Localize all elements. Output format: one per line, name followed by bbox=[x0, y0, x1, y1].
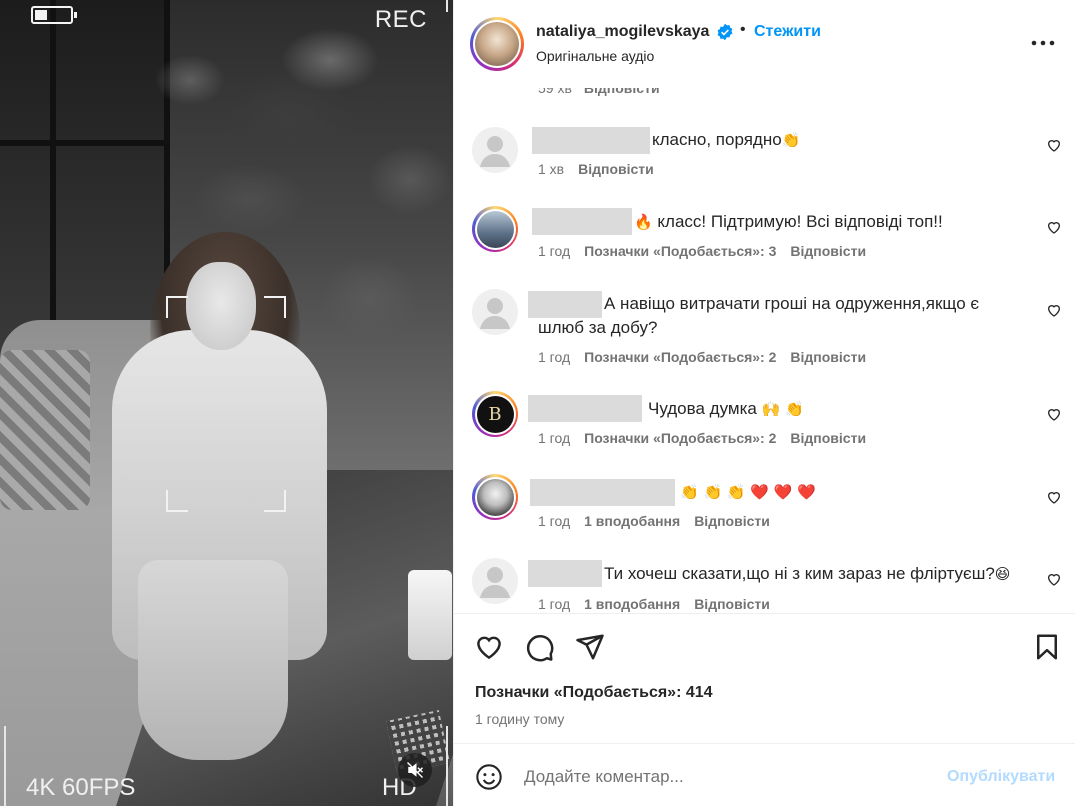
redacted-username bbox=[528, 291, 602, 318]
heart-icon[interactable] bbox=[1046, 219, 1062, 235]
comment-meta-clipped: 59 хв Відповісти bbox=[538, 88, 660, 96]
comment-time: 1 год bbox=[538, 596, 571, 612]
person-face bbox=[186, 262, 256, 350]
reply-button[interactable]: Відповісти bbox=[790, 430, 866, 446]
commenter-avatar[interactable] bbox=[472, 127, 518, 173]
comment-likes[interactable]: Позначки «Подобається»: 2 bbox=[584, 430, 776, 446]
video-player[interactable]: REC 4K 60FPS HD bbox=[0, 0, 453, 806]
add-comment-bar: Опублікувати bbox=[454, 743, 1075, 806]
comment-input[interactable] bbox=[524, 762, 924, 792]
comment-time: 1 хв bbox=[538, 161, 565, 177]
emoji-icon[interactable] bbox=[475, 763, 503, 791]
comment-time: 1 год bbox=[538, 430, 571, 446]
heart-icon[interactable] bbox=[1046, 489, 1062, 505]
more-icon bbox=[1031, 40, 1055, 46]
redacted-username bbox=[532, 208, 632, 235]
post-panel: nataliya_mogilevskaya • Стежити Оригінал… bbox=[453, 0, 1075, 806]
heart-icon[interactable] bbox=[1046, 302, 1062, 318]
comment-likes[interactable]: Позначки «Подобається»: 2 bbox=[584, 349, 776, 365]
resolution-label: 4K 60FPS bbox=[26, 774, 136, 801]
audio-link[interactable]: Оригінальне аудіо bbox=[536, 48, 654, 64]
redacted-username bbox=[532, 127, 650, 154]
reply-button[interactable]: Відповісти bbox=[790, 243, 866, 259]
comment-text: класно, порядно👏 bbox=[652, 130, 801, 149]
heart-icon[interactable] bbox=[1046, 137, 1062, 153]
comment-time: 1 год bbox=[538, 349, 571, 365]
commenter-avatar[interactable] bbox=[472, 558, 518, 604]
default-avatar-icon bbox=[480, 298, 510, 329]
focus-frame-corner bbox=[166, 296, 188, 318]
reply-button[interactable]: Відповісти bbox=[694, 513, 770, 529]
comment-time: 1 год bbox=[538, 243, 571, 259]
author-avatar[interactable] bbox=[470, 17, 524, 71]
commenter-avatar[interactable]: B bbox=[472, 391, 518, 437]
redacted-username bbox=[530, 479, 675, 506]
reply-button[interactable]: Відповісти bbox=[578, 161, 654, 177]
focus-frame-corner bbox=[264, 490, 286, 512]
post-header: nataliya_mogilevskaya • Стежити Оригінал… bbox=[454, 0, 1075, 88]
person-skirt bbox=[138, 560, 288, 760]
share-icon[interactable] bbox=[575, 632, 605, 662]
comment-meta: 1 год Позначки «Подобається»: 3 Відповісти bbox=[538, 243, 866, 259]
default-avatar-icon bbox=[480, 567, 510, 598]
verified-icon bbox=[717, 23, 733, 41]
comment-text: 👏 👏 👏 ❤️ ❤️ ❤️ bbox=[680, 483, 816, 501]
viewfinder-edge bbox=[4, 726, 6, 806]
redacted-username bbox=[528, 395, 642, 422]
focus-frame-corner bbox=[264, 296, 286, 318]
reply-button[interactable]: Відповісти bbox=[584, 88, 660, 96]
commenter-avatar[interactable] bbox=[472, 289, 518, 335]
commenter-avatar[interactable] bbox=[472, 206, 518, 252]
viewfinder-edge bbox=[446, 726, 448, 806]
viewfinder-edge bbox=[446, 0, 448, 12]
heart-icon[interactable] bbox=[474, 632, 504, 662]
follow-button[interactable]: Стежити bbox=[754, 23, 821, 41]
comment-likes[interactable]: 1 вподобання bbox=[584, 513, 680, 529]
reply-button[interactable]: Відповісти bbox=[790, 349, 866, 365]
comment-meta: 1 год 1 вподобання Відповісти bbox=[538, 596, 770, 612]
comment-text: 🔥 класс! Підтримую! Всі відповіді топ!! bbox=[634, 212, 943, 231]
avatar: B bbox=[476, 395, 514, 433]
comment-meta: 1 год Позначки «Подобається»: 2 Відповісти bbox=[538, 430, 866, 446]
mute-icon bbox=[407, 762, 424, 778]
comment-time: 1 год bbox=[538, 513, 571, 529]
comments-list[interactable]: 59 хв Відповісти класно, порядно👏 1 хв Від… bbox=[454, 88, 1075, 613]
post-actions: Позначки «Подобається»: 414 1 годину том… bbox=[454, 613, 1075, 743]
redacted-username bbox=[528, 560, 602, 587]
bookmark-icon[interactable] bbox=[1032, 632, 1062, 662]
more-options-button[interactable] bbox=[1030, 30, 1056, 56]
comment-meta: 1 год 1 вподобання Відповісти bbox=[538, 513, 770, 529]
comment-text-line: шлюб за добу? bbox=[538, 318, 658, 337]
avatar bbox=[475, 22, 519, 66]
default-avatar-icon bbox=[480, 136, 510, 167]
comment-likes[interactable]: Позначки «Подобається»: 3 bbox=[584, 243, 776, 259]
comment-text: Чудова думка 🙌 👏 bbox=[648, 399, 804, 418]
heart-icon[interactable] bbox=[1046, 406, 1062, 422]
post-time[interactable]: 1 годину тому bbox=[475, 711, 564, 727]
comment-meta: 1 год Позначки «Подобається»: 2 Відповісти bbox=[538, 349, 866, 365]
post-likes-count[interactable]: Позначки «Подобається»: 414 bbox=[475, 684, 713, 702]
publish-button[interactable]: Опублікувати bbox=[947, 768, 1055, 786]
avatar bbox=[476, 210, 514, 248]
header-separator: • bbox=[740, 21, 746, 38]
mute-button[interactable] bbox=[398, 753, 432, 787]
author-username[interactable]: nataliya_mogilevskaya bbox=[536, 23, 709, 41]
focus-frame-corner bbox=[166, 490, 188, 512]
background-cup bbox=[408, 570, 452, 660]
commenter-avatar[interactable] bbox=[472, 474, 518, 520]
avatar bbox=[476, 478, 514, 516]
background-pillow bbox=[0, 350, 90, 510]
comment-likes[interactable]: 1 вподобання bbox=[584, 596, 680, 612]
comment-meta: 1 хв Відповісти bbox=[538, 161, 654, 177]
comment-text-line: А навіщо витрачати гроші на одруження,як… bbox=[604, 294, 980, 313]
reply-button[interactable]: Відповісти bbox=[694, 596, 770, 612]
comment-text: Ти хочеш сказати,що ні з ким зараз не фл… bbox=[604, 564, 1011, 583]
heart-icon[interactable] bbox=[1046, 571, 1062, 587]
rec-label: REC bbox=[374, 6, 427, 33]
comment-icon[interactable] bbox=[525, 632, 555, 662]
battery-icon bbox=[31, 6, 77, 24]
